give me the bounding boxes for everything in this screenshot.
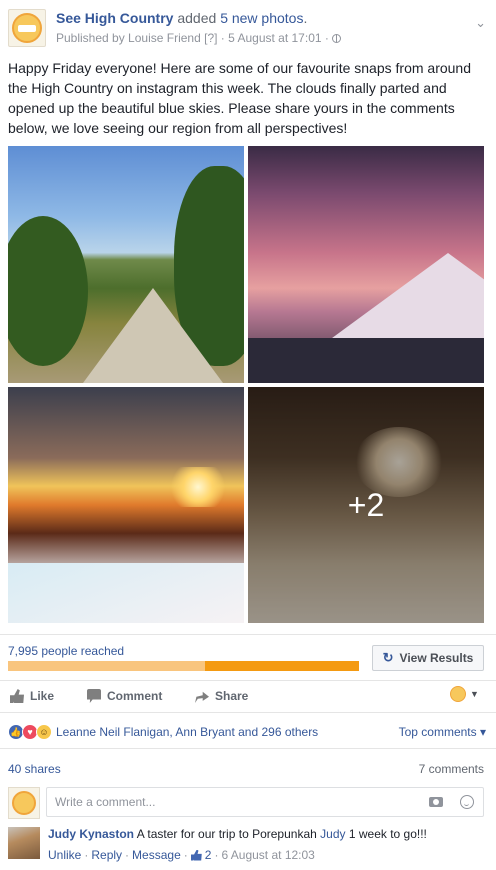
- facebook-post: See High Country added 5 new photos. Pub…: [0, 0, 496, 870]
- commenter-name[interactable]: Judy Kynaston: [48, 827, 134, 841]
- comment-text-before: A taster for our trip to Porepunkah: [136, 827, 317, 841]
- reach-organic-fill: [8, 661, 205, 671]
- share-label: Share: [215, 689, 249, 703]
- divider: [0, 680, 496, 681]
- people-reached[interactable]: 7,995 people reached: [8, 644, 124, 658]
- page-logo-icon: [12, 13, 42, 43]
- comment-time[interactable]: 6 August at 12:03: [221, 848, 314, 862]
- composer-avatar: [8, 787, 40, 819]
- emoji-icon[interactable]: [460, 795, 474, 809]
- commenter-avatar[interactable]: [8, 827, 40, 859]
- page-name-link[interactable]: See High Country: [56, 10, 173, 26]
- divider: [0, 748, 496, 749]
- comment-input[interactable]: [46, 787, 484, 817]
- comment-meta: Unlike · Reply · Message · 2 · 6 August …: [48, 848, 315, 862]
- published-by: Published by Louise Friend: [56, 31, 201, 45]
- reach-paid-fill: [204, 661, 359, 671]
- comments-count[interactable]: 7 comments: [419, 762, 484, 776]
- more-photos-count: +2: [347, 486, 385, 523]
- post-headline: See High Country added 5 new photos.: [56, 10, 307, 26]
- page-voice-selector[interactable]: ▼: [450, 686, 479, 702]
- comment-label: Comment: [107, 689, 163, 703]
- refresh-icon: ↻: [382, 650, 394, 665]
- chevron-down-icon[interactable]: ⌄: [475, 15, 486, 31]
- shares-count[interactable]: 40 shares: [8, 762, 61, 776]
- post-message: Happy Friday everyone! Here are some of …: [8, 60, 472, 136]
- view-results-label: View Results: [399, 651, 474, 665]
- page-mini-avatar: [450, 686, 466, 702]
- comment-text: Judy Kynaston A taster for our trip to P…: [48, 827, 427, 841]
- post-action-text: added: [177, 10, 217, 26]
- reply-link[interactable]: Reply: [91, 848, 122, 862]
- page-logo-icon: [12, 791, 36, 815]
- reaction-names[interactable]: Leanne Neil Flanigan, Ann Bryant and 296…: [56, 725, 318, 739]
- post-header: See High Country added 5 new photos. Pub…: [8, 9, 488, 49]
- headline-period: .: [303, 10, 308, 26]
- caret-down-icon: ▼: [470, 689, 479, 699]
- photo-cyclists-road[interactable]: [8, 146, 244, 383]
- comment-text-after: 1 week to go!!!: [348, 827, 427, 841]
- comment-icon: [87, 689, 101, 703]
- photo-pink-mountain[interactable]: [248, 146, 484, 383]
- divider: [0, 712, 496, 713]
- comment-button[interactable]: Comment: [87, 689, 162, 703]
- photo-sunset-snow[interactable]: [8, 387, 244, 623]
- globe-icon: [332, 34, 342, 43]
- view-results-button[interactable]: ↻ View Results: [372, 645, 484, 671]
- thumbs-up-icon: [190, 849, 202, 861]
- page-avatar[interactable]: [8, 9, 46, 47]
- camera-icon[interactable]: [429, 797, 443, 807]
- comment-like-count[interactable]: 2: [205, 848, 212, 862]
- post-subline: Published by Louise Friend [?] · 5 Augus…: [56, 31, 342, 45]
- top-comments-dropdown[interactable]: Top comments ▾: [399, 725, 486, 739]
- help-marker[interactable]: [?]: [204, 31, 217, 45]
- haha-reaction-icon: ☺: [36, 724, 52, 740]
- post-timestamp[interactable]: · 5 August at 17:01 ·: [221, 31, 329, 45]
- photo-count-link[interactable]: 5 new photos: [220, 10, 303, 26]
- divider: [0, 634, 496, 635]
- share-button[interactable]: Share: [195, 689, 248, 703]
- unlike-link[interactable]: Unlike: [48, 848, 81, 862]
- photo-more-overlay[interactable]: +2: [248, 387, 484, 623]
- thumbs-up-icon: [10, 689, 24, 703]
- message-link[interactable]: Message: [132, 848, 181, 862]
- comment-tag[interactable]: Judy: [320, 827, 345, 841]
- reach-progress-bar: [8, 661, 359, 671]
- reactions-summary[interactable]: 👍 ♥ ☺ Leanne Neil Flanigan, Ann Bryant a…: [8, 724, 318, 740]
- like-button[interactable]: Like: [10, 689, 54, 703]
- like-label: Like: [30, 689, 55, 703]
- share-icon: [195, 691, 209, 703]
